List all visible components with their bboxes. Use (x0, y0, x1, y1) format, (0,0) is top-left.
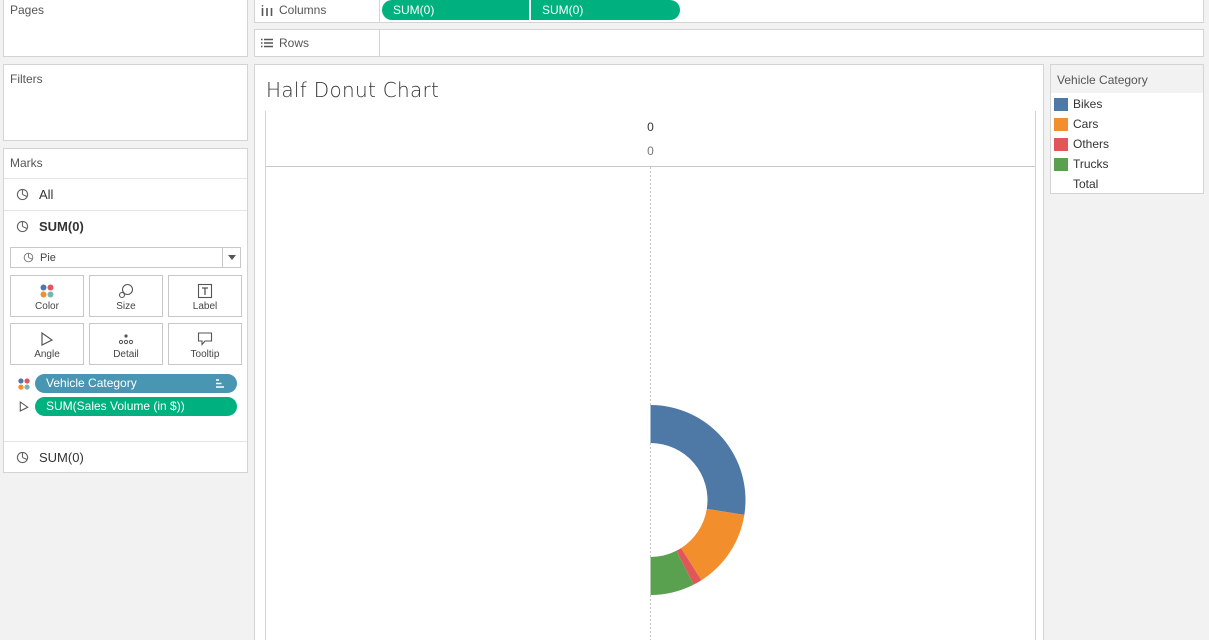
color-legend: Vehicle Category Bikes Cars Others Trucks To… (1050, 64, 1204, 194)
columns-divider (379, 0, 380, 22)
column-pill-1[interactable]: SUM(0) (382, 0, 529, 20)
legend-item-others[interactable]: Others (1054, 137, 1109, 151)
legend-label: Trucks (1073, 157, 1109, 171)
marks-layer1-row[interactable]: SUM(0) (4, 210, 247, 241)
color-icon (40, 284, 54, 298)
angle-icon (19, 400, 29, 412)
column-header: 0 0 (266, 111, 1035, 167)
filters-title: Filters (10, 72, 43, 86)
label-card-label: Label (192, 301, 218, 312)
legend-swatch (1054, 137, 1068, 151)
marks-layer1-label: SUM(0) (39, 218, 84, 234)
marks-all-row[interactable]: All (4, 178, 247, 209)
pages-title: Pages (10, 3, 45, 17)
legend-label: Bikes (1073, 97, 1103, 111)
filters-shelf[interactable]: Filters (3, 64, 248, 141)
label-card-button[interactable]: Label (168, 275, 242, 317)
rows-label: Rows (279, 36, 310, 50)
size-card-button[interactable]: Size (89, 275, 163, 317)
columns-shelf-label-group: Columns (261, 3, 326, 17)
header-top-label: 0 (647, 120, 654, 134)
tooltip-icon (197, 332, 213, 346)
column-pill-2[interactable]: SUM(0) (531, 0, 680, 20)
detail-card-button[interactable]: Detail (89, 323, 163, 365)
legend-swatch (1054, 97, 1068, 111)
mark-type-label: Pie (40, 251, 56, 264)
rows-shelf[interactable]: Rows (254, 29, 1204, 57)
marks-all-label: All (39, 186, 54, 202)
angle-card-label: Angle (34, 349, 60, 360)
marks-card: Marks All SUM(0) Pie Color Size Label An… (3, 148, 248, 473)
legend-item-total[interactable]: Total (1054, 177, 1098, 191)
donut-slice-total[interactable] (555, 405, 651, 595)
sales-volume-pill[interactable]: SUM(Sales Volume (in $)) (35, 397, 237, 416)
detail-icon (118, 334, 134, 345)
view-canvas: Half Donut Chart 0 0 (254, 64, 1044, 640)
pie-icon (16, 220, 29, 232)
legend-title: Vehicle Category (1057, 73, 1148, 87)
vehicle-category-pill-label: Vehicle Category (46, 376, 137, 390)
marks-layer2-label: SUM(0) (39, 449, 84, 465)
legend-label: Cars (1073, 117, 1099, 131)
legend-item-trucks[interactable]: Trucks (1054, 157, 1109, 171)
view-title: Half Donut Chart (266, 78, 440, 102)
size-icon (118, 283, 134, 299)
size-card-label: Size (116, 301, 136, 312)
pages-shelf[interactable]: Pages (3, 0, 248, 57)
columns-label: Columns (279, 3, 327, 17)
marks-title: Marks (10, 156, 43, 170)
rows-shelf-label-group: Rows (261, 36, 309, 50)
sort-icon (216, 379, 224, 388)
chart-pane: 0 0 (265, 111, 1036, 640)
angle-icon (41, 331, 54, 346)
pie-icon (16, 188, 29, 200)
pie-icon (16, 451, 29, 463)
legend-swatch (1054, 178, 1068, 191)
color-icon (18, 378, 30, 390)
text-label-icon (197, 283, 213, 299)
tooltip-card-button[interactable]: Tooltip (168, 323, 242, 365)
mark-type-dropdown[interactable]: Pie (10, 247, 241, 268)
header-sub-label: 0 (647, 144, 654, 158)
half-donut-chart (555, 167, 746, 640)
columns-shelf[interactable]: Columns SUM(0) SUM(0) (254, 0, 1204, 23)
angle-card-button[interactable]: Angle (10, 323, 84, 365)
sales-volume-pill-label: SUM(Sales Volume (in $)) (46, 399, 185, 413)
vehicle-category-pill[interactable]: Vehicle Category (35, 374, 237, 393)
legend-label: Total (1073, 177, 1099, 191)
legend-item-cars[interactable]: Cars (1054, 117, 1098, 131)
rows-icon (261, 38, 273, 48)
color-card-button[interactable]: Color (10, 275, 84, 317)
legend-swatch (1054, 157, 1068, 171)
rows-divider (379, 30, 380, 56)
columns-icon (261, 4, 273, 16)
pie-icon (23, 252, 34, 263)
marks-layer2-row[interactable]: SUM(0) (4, 441, 247, 472)
tooltip-card-label: Tooltip (190, 349, 220, 360)
legend-item-bikes[interactable]: Bikes (1054, 97, 1102, 111)
legend-swatch (1054, 117, 1068, 131)
chevron-down-icon[interactable] (222, 248, 240, 267)
legend-label: Others (1073, 137, 1110, 151)
detail-card-label: Detail (113, 349, 139, 360)
donut-slice-bikes[interactable] (650, 405, 746, 515)
color-card-label: Color (35, 301, 59, 312)
